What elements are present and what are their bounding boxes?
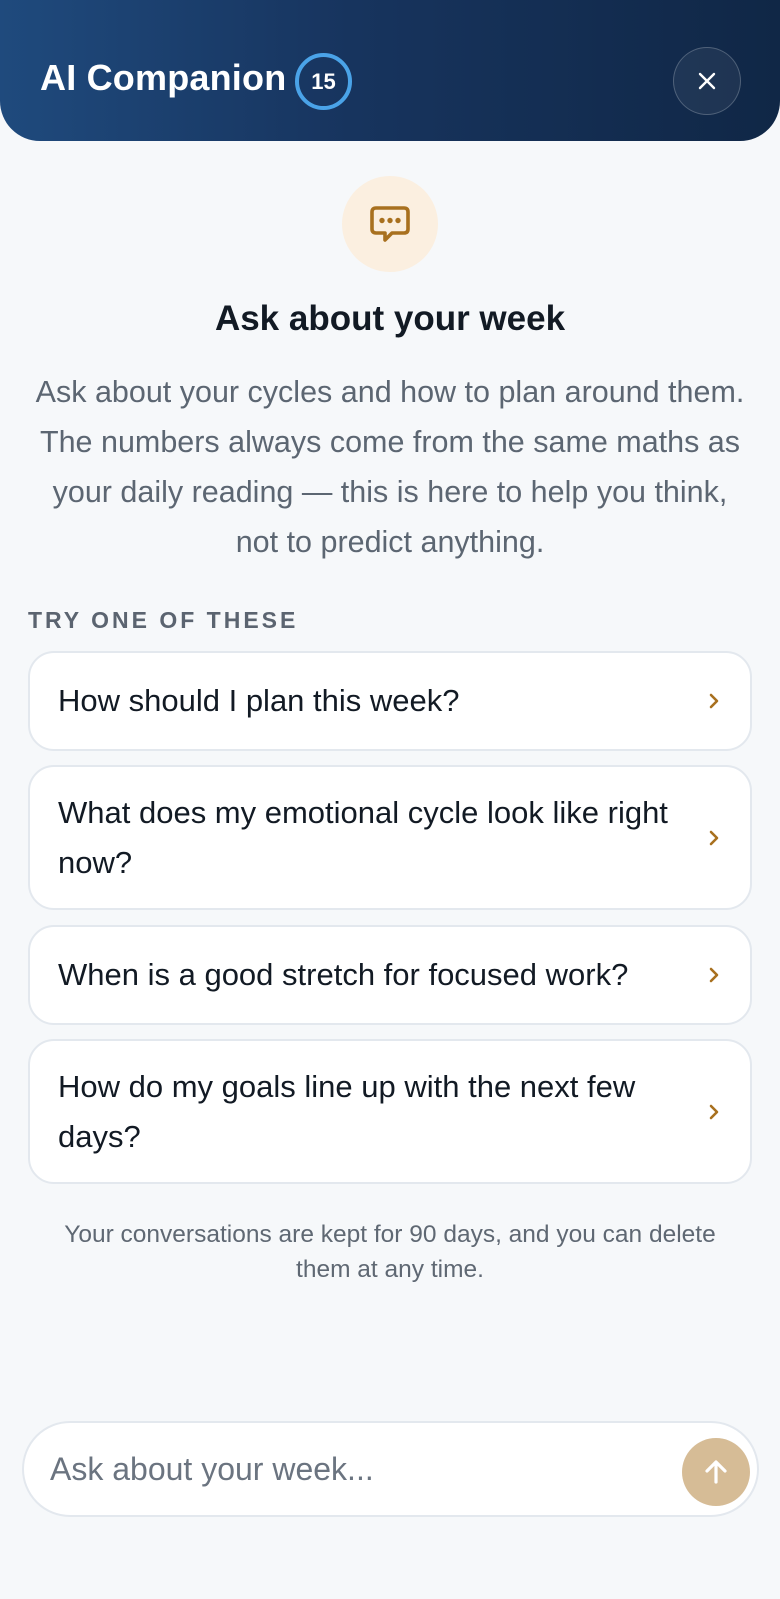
message-input[interactable] xyxy=(50,1441,660,1497)
suggestion-label: How do my goals line up with the next fe… xyxy=(58,1068,636,1154)
app-title: AI Companion xyxy=(40,57,287,98)
chevron-right-icon xyxy=(704,1102,724,1122)
message-composer xyxy=(22,1421,759,1517)
chat-bubble-icon xyxy=(370,206,410,242)
count-badge: 15 xyxy=(295,53,352,110)
suggestion-label: When is a good stretch for focused work? xyxy=(58,957,629,992)
hero-description: Ask about your cycles and how to plan ar… xyxy=(35,375,745,559)
suggestion-plan-week[interactable]: How should I plan this week? xyxy=(28,651,752,751)
suggestion-label: How should I plan this week? xyxy=(58,683,460,718)
chevron-right-icon xyxy=(704,965,724,985)
suggestion-focused-work[interactable]: When is a good stretch for focused work? xyxy=(28,925,752,1025)
suggestion-emotional-cycle[interactable]: What does my emotional cycle look like r… xyxy=(28,765,752,910)
close-icon xyxy=(698,72,716,90)
app-header: AI Companion 15 xyxy=(0,0,780,141)
chat-bubble-icon-circle xyxy=(342,176,438,272)
chevron-right-icon xyxy=(704,691,724,711)
hero-title: Ask about your week xyxy=(214,299,566,338)
suggestion-label: What does my emotional cycle look like r… xyxy=(58,794,668,880)
suggestion-goals[interactable]: How do my goals line up with the next fe… xyxy=(28,1039,752,1184)
chevron-right-icon xyxy=(704,828,724,848)
arrow-up-icon xyxy=(705,1460,727,1484)
close-button[interactable] xyxy=(673,47,741,115)
suggestions-label: TRY ONE OF THESE xyxy=(28,607,299,633)
send-button[interactable] xyxy=(682,1438,750,1506)
privacy-note: Your conversations are kept for 90 days,… xyxy=(64,1221,716,1283)
